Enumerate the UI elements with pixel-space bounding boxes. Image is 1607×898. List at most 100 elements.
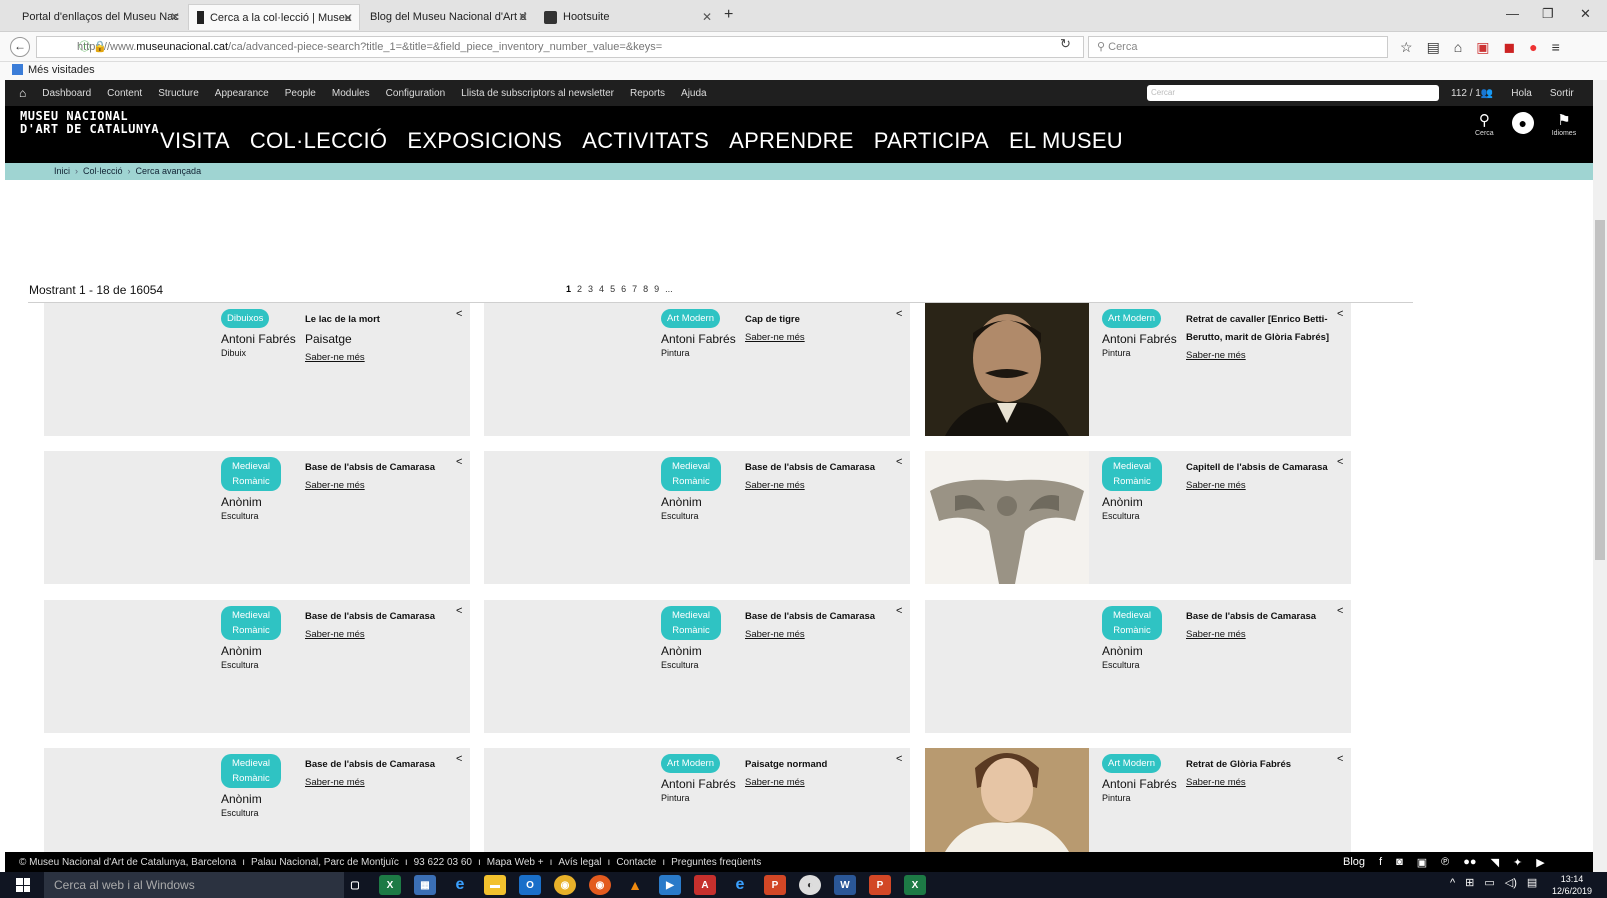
restore-icon[interactable]: ❐ — [1542, 6, 1554, 22]
file-explorer-icon[interactable]: ▬ — [484, 875, 506, 895]
facebook-icon[interactable]: f — [1379, 856, 1382, 868]
artwork-image-portrait-woman[interactable] — [925, 748, 1089, 852]
bookmark-most-visited[interactable]: Més visitades — [28, 64, 95, 76]
category-badge[interactable]: Medieval Romànic — [221, 754, 281, 788]
header-search-button[interactable]: ⚲ Cerca — [1475, 112, 1494, 137]
page-link[interactable]: 9 — [654, 284, 659, 294]
share-icon[interactable]: < — [1337, 605, 1343, 617]
windows-start-icon[interactable] — [16, 878, 30, 892]
artwork-card[interactable]: Dibuixos Antoni Fabrés Dibuix Le lac de … — [44, 303, 470, 436]
minimize-icon[interactable]: — — [1506, 6, 1519, 21]
artwork-title[interactable]: Base de l'absis de Camarasa — [745, 611, 875, 622]
user-button[interactable]: ● — [1511, 112, 1534, 134]
artwork-card[interactable]: Art Modern Antoni Fabrés Pintura Retrat … — [925, 303, 1351, 436]
category-badge[interactable]: Medieval Romànic — [1102, 606, 1162, 640]
admin-item-modules[interactable]: Modules — [332, 88, 370, 99]
footer-blog[interactable]: Blog — [1343, 856, 1365, 868]
outlook-icon[interactable]: O — [519, 875, 541, 895]
pinterest-icon[interactable]: ℗ — [1441, 856, 1449, 868]
chrome-icon[interactable]: ◉ — [554, 875, 576, 895]
pdf-icon[interactable]: ◼ — [1504, 39, 1516, 56]
share-icon[interactable]: < — [456, 605, 462, 617]
home-icon[interactable]: ⌂ — [19, 86, 26, 100]
artwork-card[interactable]: Medieval Romànic Anònim Escultura Base d… — [484, 600, 910, 733]
more-link[interactable]: Saber-ne més — [305, 349, 460, 367]
footer-phone[interactable]: 93 622 03 60 — [414, 857, 472, 868]
language-button[interactable]: ⚑ Idiomes — [1552, 112, 1577, 137]
more-link[interactable]: Saber-ne més — [1186, 774, 1341, 792]
back-arrow-icon[interactable]: ← — [10, 37, 30, 57]
nav-participa[interactable]: PARTICIPA — [874, 128, 989, 154]
page-link[interactable]: 7 — [632, 284, 637, 294]
app-icon[interactable]: ▦ — [414, 875, 436, 895]
footer-contact[interactable]: Contacte — [616, 857, 656, 868]
task-view-icon[interactable]: ▢ — [344, 875, 366, 895]
share-icon[interactable]: < — [896, 753, 902, 765]
chevron-up-icon[interactable]: ^ — [1450, 877, 1455, 889]
access-icon[interactable]: A — [694, 875, 716, 895]
nav-aprendre[interactable]: APRENDRE — [729, 128, 854, 154]
artwork-card[interactable]: Medieval Romànic Anònim Escultura Base d… — [44, 600, 470, 733]
reload-icon[interactable]: ↻ — [1060, 36, 1071, 52]
breadcrumb-collection[interactable]: Col·lecció — [83, 166, 123, 176]
breadcrumb-home[interactable]: Inici — [54, 166, 70, 176]
admin-item-configuration[interactable]: Configuration — [386, 88, 445, 99]
more-link[interactable]: Saber-ne més — [1186, 477, 1341, 495]
instagram-icon[interactable]: ◙ — [1396, 856, 1403, 868]
admin-search-input[interactable]: Cercar — [1147, 85, 1439, 101]
admin-counter[interactable]: 112 / 1👥 — [1451, 88, 1493, 99]
powerpoint-icon[interactable]: P — [869, 875, 891, 895]
nav-colleccio[interactable]: COL·LECCIÓ — [250, 128, 387, 154]
artwork-title[interactable]: Le lac de la mort — [305, 314, 380, 325]
artwork-title[interactable]: Retrat de Glòria Fabrés — [1186, 759, 1291, 770]
more-link[interactable]: Saber-ne més — [1186, 626, 1341, 644]
twitter-icon[interactable]: ✦ — [1513, 856, 1522, 869]
artwork-card[interactable]: Medieval Romànic Anònim Escultura Base d… — [44, 748, 470, 852]
admin-logout[interactable]: Sortir — [1550, 88, 1574, 99]
footer-legal[interactable]: Avís legal — [558, 857, 601, 868]
admin-item-structure[interactable]: Structure — [158, 88, 199, 99]
tab-portal[interactable]: Portal d'enllaços del Museu Nac ✕ — [14, 4, 186, 30]
extension-icon[interactable]: ▣ — [1476, 39, 1489, 56]
flickr-icon[interactable]: ●● — [1463, 856, 1476, 868]
artwork-title[interactable]: Base de l'absis de Camarasa — [305, 462, 435, 473]
more-link[interactable]: Saber-ne més — [305, 774, 460, 792]
taskbar-clock[interactable]: 13:14 12/6/2019 — [1552, 873, 1592, 897]
share-icon[interactable]: < — [456, 456, 462, 468]
admin-item-people[interactable]: People — [285, 88, 316, 99]
ie-icon[interactable]: e — [729, 875, 751, 895]
edge-icon[interactable]: e — [449, 875, 471, 895]
category-badge[interactable]: Dibuixos — [221, 309, 270, 328]
artwork-title[interactable]: Paisatge normand — [745, 759, 827, 770]
artwork-image-portrait-man[interactable] — [925, 303, 1089, 436]
clipboard-icon[interactable]: ▤ — [1427, 39, 1440, 56]
page-link[interactable]: 6 — [621, 284, 626, 294]
vlc-icon[interactable]: ▲ — [624, 875, 646, 895]
close-icon[interactable]: ✕ — [702, 10, 712, 24]
more-link[interactable]: Saber-ne més — [1186, 347, 1341, 365]
close-icon[interactable]: ✕ — [343, 11, 353, 25]
share-icon[interactable]: < — [456, 753, 462, 765]
share-icon[interactable]: < — [1337, 456, 1343, 468]
category-badge[interactable]: Medieval Romànic — [661, 457, 721, 491]
category-badge[interactable]: Medieval Romànic — [221, 606, 281, 640]
new-tab-plus-icon[interactable]: + — [724, 6, 733, 24]
artwork-card[interactable]: Art Modern Antoni Fabrés Pintura Paisatg… — [484, 748, 910, 852]
more-link[interactable]: Saber-ne més — [745, 477, 900, 495]
share-icon[interactable]: < — [896, 308, 902, 320]
page-scrollbar[interactable] — [1593, 80, 1607, 872]
museum-logo[interactable]: MUSEU NACIONAL D'ART DE CATALUNYA — [20, 110, 159, 136]
page-link[interactable]: 1 — [566, 284, 571, 294]
admin-item-reports[interactable]: Reports — [630, 88, 665, 99]
googleplus-icon[interactable]: ▣ — [1417, 856, 1427, 869]
share-icon[interactable]: < — [1337, 753, 1343, 765]
tab-blog[interactable]: Blog del Museu Nacional d'Art d ✕ — [362, 4, 534, 30]
rss-icon[interactable]: ◥ — [1491, 856, 1499, 869]
more-link[interactable]: Saber-ne més — [305, 626, 460, 644]
page-link[interactable]: 4 — [599, 284, 604, 294]
admin-item-appearance[interactable]: Appearance — [215, 88, 269, 99]
share-icon[interactable]: < — [456, 308, 462, 320]
tab-collection-search[interactable]: Cerca a la col·lecció | Museu ✕ — [188, 4, 360, 30]
category-badge[interactable]: Art Modern — [661, 754, 720, 773]
media-icon[interactable]: ▶ — [659, 875, 681, 895]
